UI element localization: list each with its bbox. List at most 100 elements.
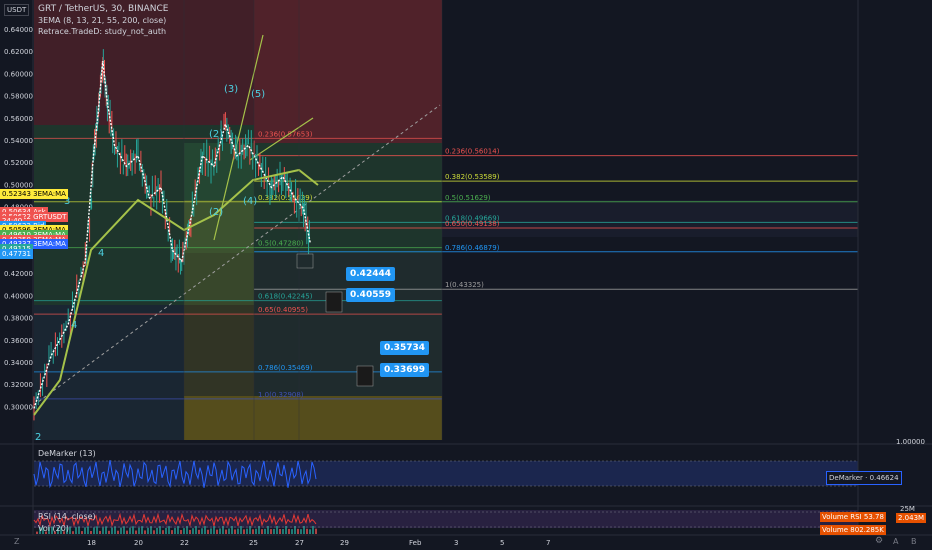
price-tick-11: 0.42000 bbox=[4, 270, 33, 278]
wave-label-4: (4) bbox=[243, 196, 257, 207]
wave-label-1: (5) bbox=[251, 89, 265, 100]
time-tick-1: 20 bbox=[134, 539, 143, 547]
volume-bar bbox=[75, 527, 77, 534]
fib-upper-label-1: 0.382(0.53589) bbox=[445, 173, 500, 181]
target-callout-1[interactable]: 0.42444 bbox=[346, 267, 395, 281]
fib-upper-label-5: 0.786(0.46879) bbox=[445, 244, 500, 252]
price-tick-5: 0.54000 bbox=[4, 137, 33, 145]
volume-bar bbox=[273, 528, 275, 534]
quote-currency-label[interactable]: USDT bbox=[4, 4, 30, 16]
time-tick-8: 5 bbox=[500, 539, 504, 547]
volume-bar bbox=[306, 528, 308, 534]
volume-bar bbox=[282, 529, 284, 534]
zone-blue-left bbox=[34, 305, 184, 440]
volume-bar bbox=[165, 527, 167, 534]
volume-bar bbox=[120, 527, 122, 534]
target-callout-4[interactable]: 0.33699 bbox=[380, 363, 429, 377]
volume-bar bbox=[228, 528, 230, 534]
volume-bar bbox=[276, 526, 278, 534]
volume-bar bbox=[144, 530, 146, 534]
volume-bar bbox=[168, 526, 170, 534]
volume-bar bbox=[159, 526, 161, 534]
volume-bar bbox=[261, 529, 263, 534]
time-tick-9: 7 bbox=[546, 539, 550, 547]
volume-bar bbox=[243, 529, 245, 534]
volume-bar bbox=[297, 528, 299, 534]
settings-icon[interactable]: ⚙ bbox=[875, 536, 883, 546]
zone-blue-band bbox=[442, 200, 858, 237]
volume-bar bbox=[111, 527, 113, 534]
volume-bar bbox=[117, 530, 119, 534]
price-tick-16: 0.32000 bbox=[4, 381, 33, 389]
fib-lower-label-3: 0.618(0.42245) bbox=[258, 293, 313, 301]
ema-indicator-label[interactable]: 3EMA (8, 13, 21, 55, 200, close) bbox=[38, 15, 168, 26]
price-tick-13: 0.38000 bbox=[4, 315, 33, 323]
autoscale-icon[interactable]: A bbox=[893, 537, 898, 546]
volume-bar bbox=[252, 529, 254, 534]
volume-bar bbox=[153, 530, 155, 534]
chart-legend: GRT / TetherUS, 30, BINANCE 3EMA (8, 13,… bbox=[38, 4, 168, 37]
volume-bar bbox=[141, 526, 143, 534]
demarker-value: 0.46624 bbox=[869, 474, 899, 482]
price-tick-0: 0.64000 bbox=[4, 26, 33, 34]
volume-bar bbox=[279, 529, 281, 534]
volume-bar bbox=[225, 529, 227, 534]
rsi-label[interactable]: RSI (14, close) bbox=[38, 512, 96, 521]
volume-bar bbox=[192, 528, 194, 534]
target-callout-3[interactable]: 0.35734 bbox=[380, 341, 429, 355]
volume-bar bbox=[90, 530, 92, 534]
volume-bar bbox=[129, 527, 131, 534]
volume-bar bbox=[288, 528, 290, 534]
wave-label-3: (2) bbox=[209, 207, 223, 218]
logscale-icon[interactable]: B bbox=[911, 537, 917, 546]
retrace-indicator-label[interactable]: Retrace.TradeD: study_not_auth bbox=[38, 26, 168, 37]
fib-upper-label-6: 1(0.43325) bbox=[445, 281, 484, 289]
rsi-value-tag: Volume RSI 53.78 bbox=[820, 512, 886, 522]
volume-bar bbox=[156, 527, 158, 534]
volume-bar bbox=[255, 528, 257, 534]
price-tick-4: 0.56000 bbox=[4, 115, 33, 123]
volume-bar bbox=[132, 526, 134, 534]
fib-upper-label-4: 0.650(0.49138) bbox=[445, 220, 500, 228]
volume-label[interactable]: Vol (20) bbox=[38, 524, 69, 533]
time-tick-3: 25 bbox=[249, 539, 258, 547]
zone-red-top-right bbox=[254, 0, 442, 143]
volume-bar bbox=[312, 526, 314, 534]
time-tick-4: 27 bbox=[295, 539, 304, 547]
volume-bar bbox=[201, 528, 203, 534]
volume-bar bbox=[270, 529, 272, 534]
wave-label-6: 4 bbox=[98, 248, 104, 259]
volume-ma-value: 802.285K bbox=[850, 526, 884, 534]
fib-lower-label-2: 0.5(0.47280) bbox=[258, 240, 304, 248]
volume-bar bbox=[180, 530, 182, 534]
volume-bar bbox=[69, 526, 71, 534]
volume-bar bbox=[174, 528, 176, 534]
price-tick-1: 0.62000 bbox=[4, 48, 33, 56]
symbol-title: GRT / TetherUS, 30, BINANCE bbox=[38, 4, 169, 14]
volume-bar bbox=[291, 529, 293, 534]
fib-lower-label-6: 1.0(0.32908) bbox=[258, 391, 304, 399]
volume-bar bbox=[237, 528, 239, 534]
volume-bar bbox=[210, 528, 212, 534]
volume-bar bbox=[198, 529, 200, 534]
target-callout-2[interactable]: 0.40559 bbox=[346, 288, 395, 302]
volume-bar bbox=[123, 526, 125, 534]
rsi-value: 53.78 bbox=[863, 513, 884, 521]
volume-bar bbox=[114, 526, 116, 534]
price-tick-6: 0.52000 bbox=[4, 159, 33, 167]
price-tag-10: 0.47731 bbox=[0, 248, 33, 259]
wave-label-0: (3) bbox=[224, 84, 238, 95]
volume-bar bbox=[78, 526, 80, 534]
volume-bar bbox=[216, 529, 218, 534]
volume-value-tag: 2.043M bbox=[896, 513, 927, 523]
timezone-icon[interactable]: Z bbox=[14, 537, 19, 546]
wave-label-7: 4 bbox=[71, 320, 77, 331]
volume-bar bbox=[126, 530, 128, 534]
demarker-label[interactable]: DeMarker (13) bbox=[38, 449, 96, 458]
volume-bar bbox=[105, 526, 107, 534]
volume-bar bbox=[108, 530, 110, 534]
volume-bar bbox=[171, 530, 173, 534]
target-box-0 bbox=[325, 291, 343, 313]
price-chart[interactable]: 0.236(0.56014) 0.382(0.53589) 0.5(0.51629)… bbox=[0, 0, 932, 550]
volume-ma-tag: Volume 802.285K bbox=[820, 525, 886, 535]
